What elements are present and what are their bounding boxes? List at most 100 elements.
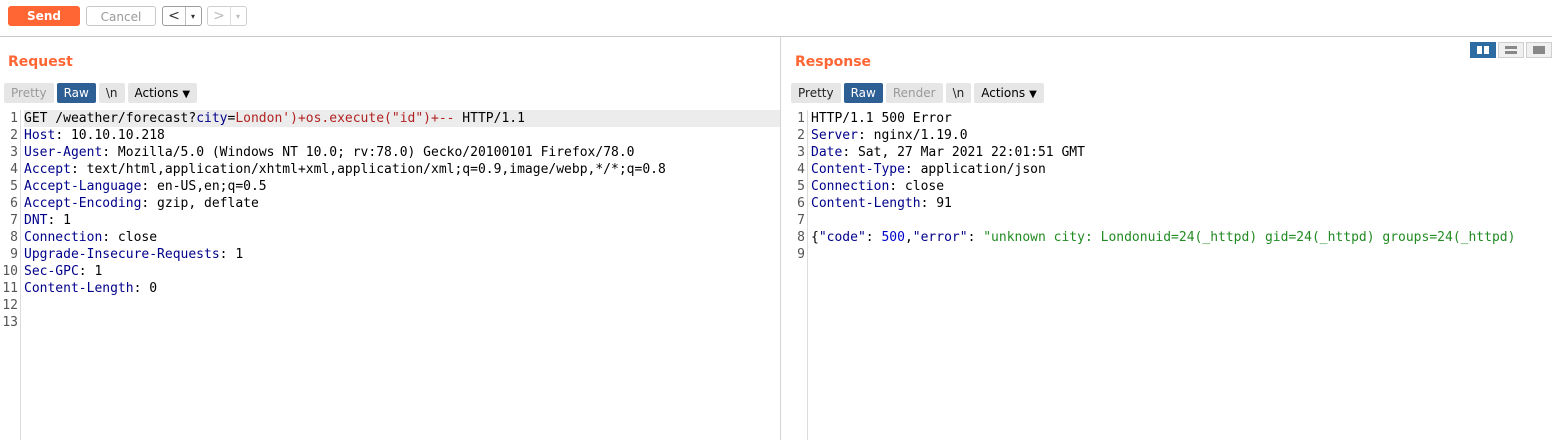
request-header-line: User-Agent: Mozilla/5.0 (Windows NT 10.0… — [24, 144, 780, 161]
header-value: : 1 — [219, 247, 244, 262]
forward-arrow-icon[interactable]: > — [208, 7, 230, 25]
header-key: Connection — [24, 230, 103, 245]
header-key: Content-Length — [811, 196, 921, 211]
request-empty-line — [24, 314, 780, 331]
response-line-number: 1 — [797, 111, 805, 126]
chevron-down-icon: ▼ — [182, 89, 191, 100]
response-tab-pretty[interactable]: Pretty — [791, 83, 841, 103]
forward-history-dropdown-icon[interactable]: ▾ — [230, 7, 245, 25]
request-empty-line — [24, 297, 780, 314]
header-key: Sec-GPC — [24, 264, 79, 279]
header-value: : en-US,en;q=0.5 — [141, 179, 267, 194]
layout-toggle — [1468, 42, 1552, 58]
response-header-line: Connection: close — [811, 178, 1552, 195]
header-key: Accept-Language — [24, 179, 142, 194]
request-header-line: Host: 10.10.10.218 — [24, 127, 780, 144]
header-key: Content-Type — [811, 162, 905, 177]
request-tab-raw[interactable]: Raw — [56, 83, 96, 103]
header-key: Date — [811, 145, 843, 160]
request-header-line: Connection: close — [24, 229, 780, 246]
header-value: : 0 — [133, 281, 158, 296]
request-line-number: 10 — [2, 264, 18, 279]
request-title: Request — [8, 54, 73, 70]
response-empty-line — [811, 246, 1552, 263]
request-header-line: Sec-GPC: 1 — [24, 263, 780, 280]
request-header-line: Accept-Language: en-US,en;q=0.5 — [24, 178, 780, 195]
request-line-number: 2 — [10, 128, 18, 143]
back-arrow-icon[interactable]: < — [163, 7, 185, 25]
response-body-line: {"code": 500,"error": "unknown city: Lon… — [811, 229, 1552, 246]
request-editor[interactable]: 1 2 3 4 5 6 7 8 9 10 11 12 13 GET /weather/forecast?… — [0, 110, 780, 440]
back-history-dropdown-icon[interactable]: ▾ — [185, 7, 200, 25]
header-key: Accept — [24, 162, 71, 177]
response-line-number: 6 — [797, 196, 805, 211]
json-key-error: "error" — [912, 230, 968, 245]
request-line-number: 1 — [10, 111, 18, 126]
response-line-number: 9 — [797, 247, 805, 262]
header-key: Server — [811, 128, 858, 143]
request-tabs: Pretty Raw \n Actions ▼ — [4, 83, 198, 103]
response-editor[interactable]: 1 2 3 4 5 6 7 8 9 HTTP/1.1 500 Error Server: ngi… — [781, 110, 1552, 440]
request-method: GET /weather/forecast? — [24, 111, 197, 126]
json-value-code: 500 — [881, 230, 905, 245]
response-tab-newline[interactable]: \n — [945, 83, 972, 103]
header-value: : 10.10.10.218 — [55, 128, 165, 143]
header-key: User-Agent — [24, 145, 103, 160]
request-param-name: city — [196, 111, 228, 126]
json-value-error: "unknown city: Londonuid=24(_httpd) gid=… — [983, 230, 1516, 245]
request-line-number: 4 — [10, 162, 18, 177]
header-value: : text/html,application/xhtml+xml,applic… — [70, 162, 666, 177]
split-rows-icon[interactable] — [1498, 42, 1524, 58]
response-empty-line — [811, 212, 1552, 229]
json-comma: , — [904, 230, 913, 245]
request-line-1: GET /weather/forecast?city=London')+os.e… — [24, 110, 780, 127]
request-tab-newline[interactable]: \n — [98, 83, 125, 103]
response-code: HTTP/1.1 500 Error Server: nginx/1.19.0 … — [811, 110, 1552, 263]
request-line-number: 11 — [2, 281, 18, 296]
json-colon: : — [967, 230, 984, 245]
response-actions-menu[interactable]: Actions ▼ — [974, 83, 1044, 103]
json-brace: { — [811, 230, 819, 245]
header-value: : 91 — [920, 196, 952, 211]
request-proto: HTTP/1.1 — [454, 111, 525, 126]
header-key: Upgrade-Insecure-Requests — [24, 247, 220, 262]
split-columns-icon[interactable] — [1470, 42, 1496, 58]
response-line-number: 7 — [797, 213, 805, 228]
cancel-button[interactable]: Cancel — [86, 6, 156, 26]
request-line-number: 12 — [2, 298, 18, 313]
header-value: : close — [889, 179, 945, 194]
request-line-numbers: 1 2 3 4 5 6 7 8 9 10 11 12 13 — [0, 110, 21, 440]
response-tab-raw[interactable]: Raw — [843, 83, 883, 103]
header-value: : close — [102, 230, 158, 245]
request-line-number: 7 — [10, 213, 18, 228]
request-line-number: 8 — [10, 230, 18, 245]
header-key: Content-Length — [24, 281, 134, 296]
single-pane-icon[interactable] — [1526, 42, 1552, 58]
request-header-line: Accept: text/html,application/xhtml+xml,… — [24, 161, 780, 178]
response-line-number: 3 — [797, 145, 805, 160]
request-line-number: 13 — [2, 315, 18, 330]
request-header-line: Content-Length: 0 — [24, 280, 780, 297]
response-actions-label: Actions — [981, 86, 1026, 100]
response-header-line: Server: nginx/1.19.0 — [811, 127, 1552, 144]
request-code: GET /weather/forecast?city=London')+os.e… — [24, 110, 780, 331]
response-tab-render[interactable]: Render — [885, 83, 943, 103]
response-title: Response — [795, 54, 872, 70]
request-header-line: Accept-Encoding: gzip, deflate — [24, 195, 780, 212]
header-value: : 1 — [78, 264, 103, 279]
header-value: : 1 — [47, 213, 71, 228]
response-tabs: Pretty Raw Render \n Actions ▼ — [791, 83, 1044, 103]
json-key-code: "code" — [818, 230, 866, 245]
request-header-line: Upgrade-Insecure-Requests: 1 — [24, 246, 780, 263]
header-key: Connection — [811, 179, 890, 194]
request-tab-pretty[interactable]: Pretty — [4, 83, 54, 103]
send-button[interactable]: Send — [8, 6, 80, 26]
chevron-down-icon: ▼ — [1029, 89, 1037, 100]
header-value: : Mozilla/5.0 (Windows NT 10.0; rv:78.0)… — [102, 145, 635, 160]
request-line-number: 5 — [10, 179, 18, 194]
request-actions-menu[interactable]: Actions ▼ — [127, 83, 198, 103]
request-actions-label: Actions — [134, 86, 179, 100]
forward-nav-group: > ▾ — [207, 6, 247, 26]
toolbar: Send Cancel < ▾ > ▾ — [0, 0, 1552, 37]
header-key: DNT — [24, 213, 48, 228]
